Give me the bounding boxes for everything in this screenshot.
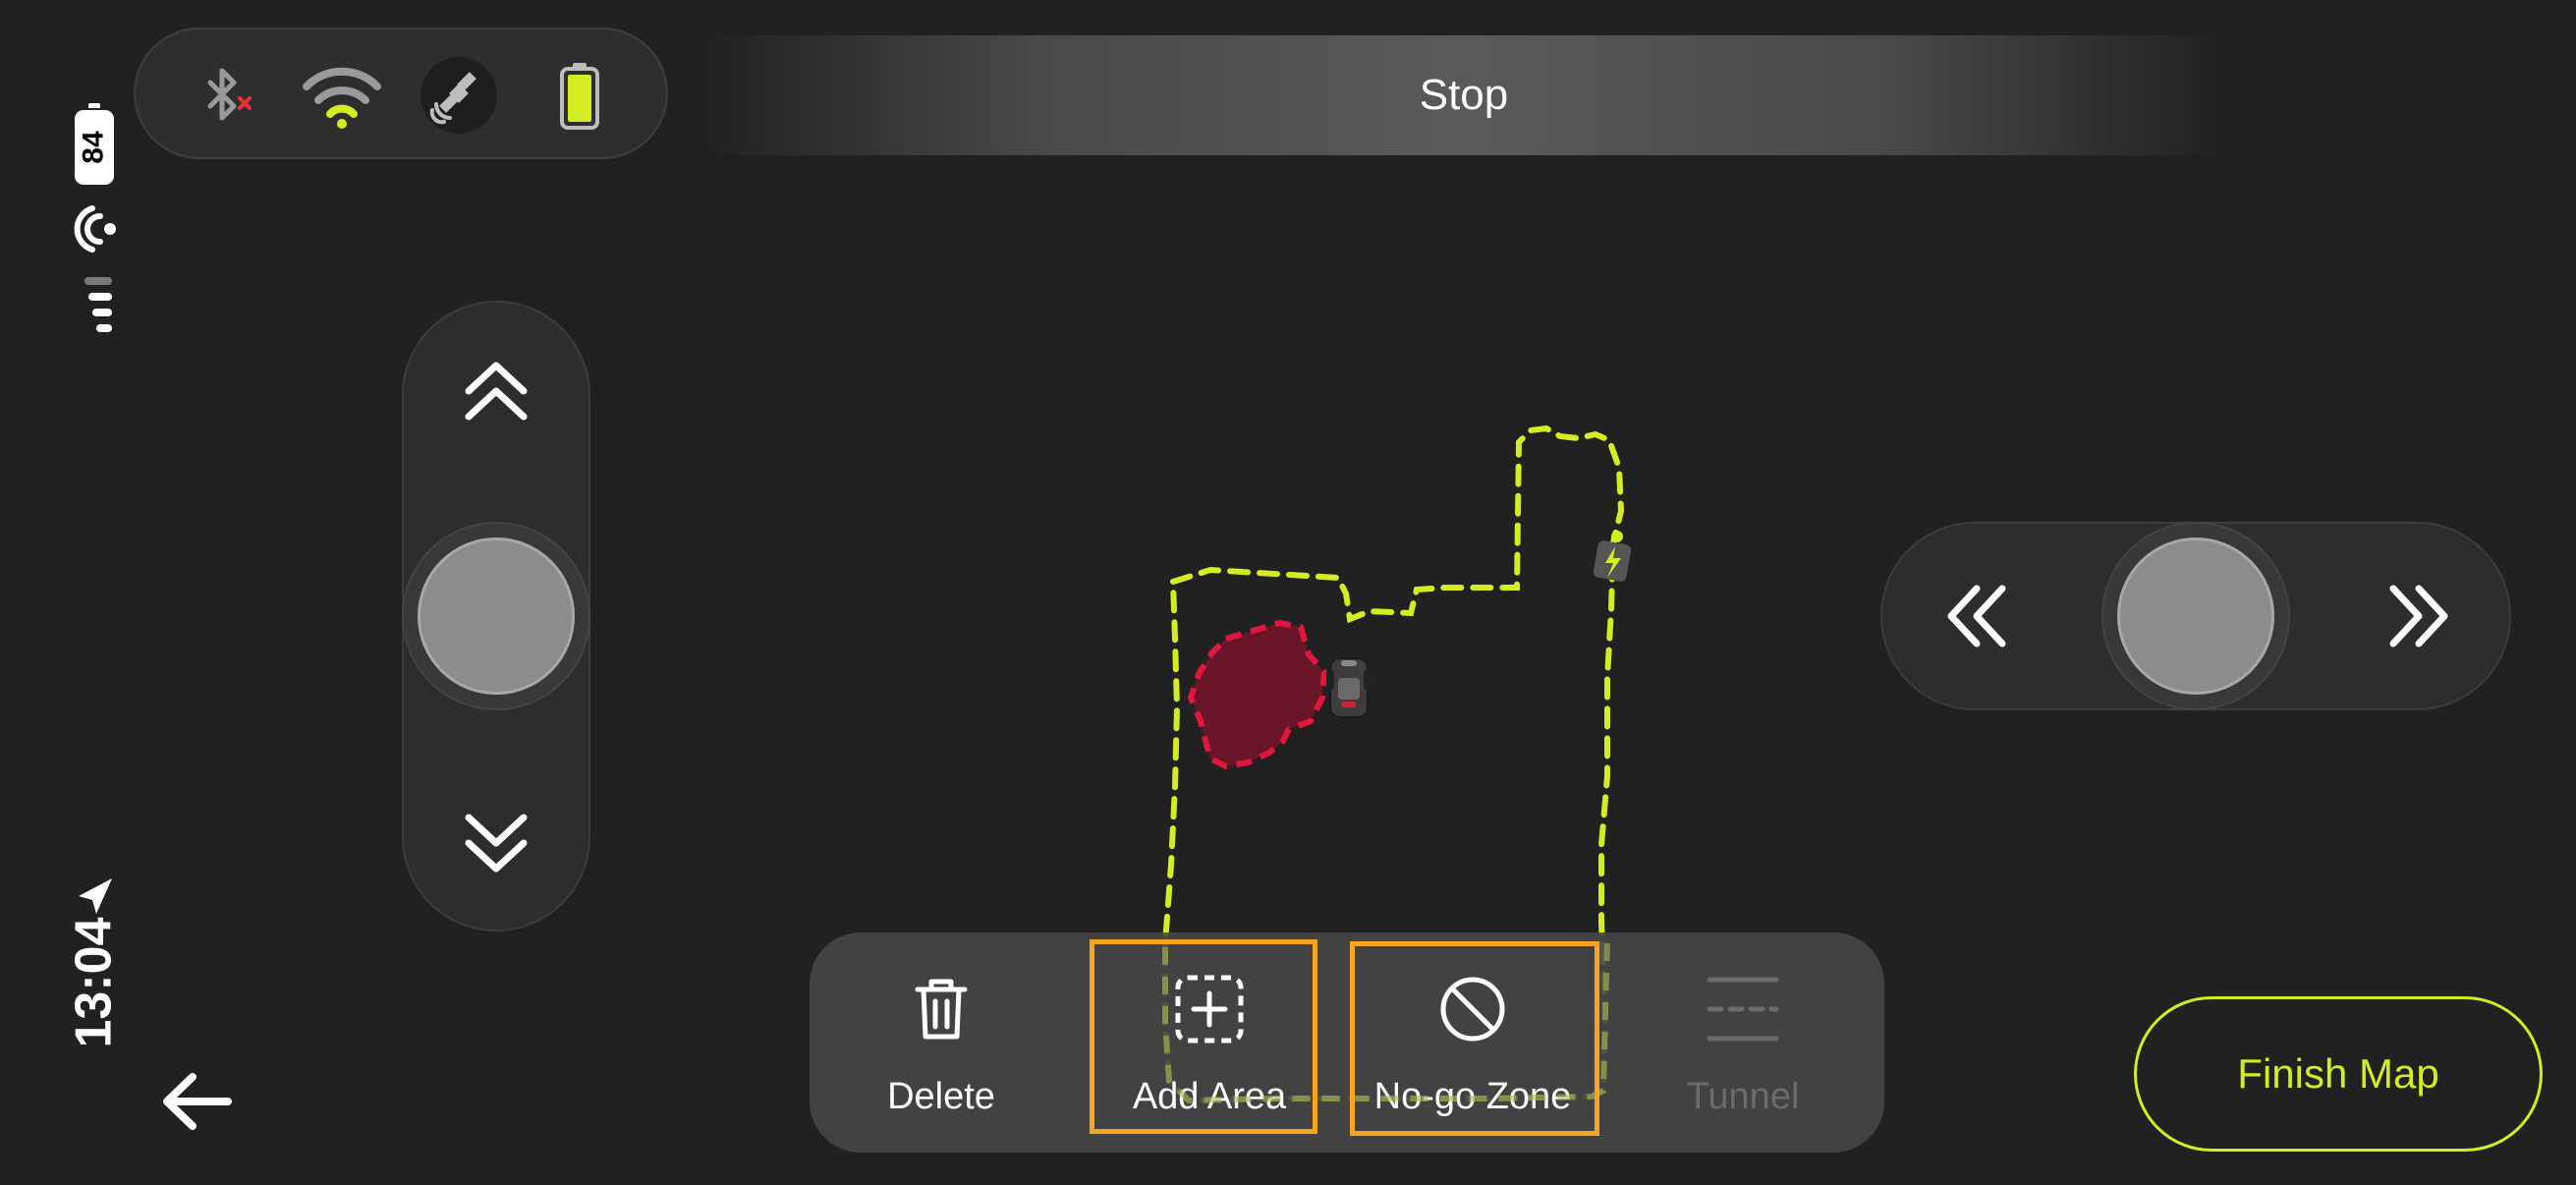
add-area-button[interactable]: Add Area (1092, 932, 1327, 1153)
tunnel-label: Tunnel (1686, 1076, 1800, 1117)
delete-label: Delete (887, 1076, 995, 1117)
double-chevron-down-icon[interactable] (457, 804, 535, 882)
no-go-zone-button[interactable]: No-go Zone (1355, 932, 1591, 1153)
system-time: 13:04 (65, 917, 122, 1048)
mower-icon (1326, 657, 1372, 718)
phone-signal-icon (84, 277, 112, 332)
status-banner: Stop (707, 35, 2220, 155)
add-area-label: Add Area (1132, 1076, 1287, 1117)
wifi-icon (303, 67, 381, 129)
finish-map-button[interactable]: Finish Map (2134, 996, 2543, 1152)
trash-icon (915, 979, 968, 1040)
finish-map-label: Finish Map (2237, 1050, 2439, 1097)
double-chevron-up-icon[interactable] (457, 352, 535, 430)
bluetooth-disconnected-icon (207, 68, 252, 121)
double-chevron-right-icon[interactable] (2380, 577, 2458, 655)
delete-button[interactable]: Delete (823, 932, 1059, 1153)
left-right-joystick[interactable] (1880, 522, 2511, 710)
add-area-icon (1175, 975, 1244, 1044)
mapping-screen: 84 13:04 Stop Delete Add Area No-go Zone… (0, 0, 2576, 1185)
no-go-zone-label: No-go Zone (1373, 1076, 1572, 1117)
vertical-joystick-ring (402, 522, 590, 710)
horizontal-joystick-knob[interactable] (2117, 537, 2274, 695)
device-status-pill (134, 28, 668, 159)
system-status-rail: 84 13:04 (59, 0, 128, 1185)
phone-battery-level: 84 (78, 131, 110, 164)
tunnel-icon (1707, 977, 1779, 1042)
double-chevron-left-icon[interactable] (1937, 577, 2016, 655)
horizontal-joystick-ring (2101, 522, 2290, 710)
battery-icon (560, 63, 599, 130)
prohibited-icon (1440, 977, 1505, 1042)
charging-station-icon (1593, 531, 1632, 582)
forward-backward-joystick[interactable] (402, 301, 590, 931)
tunnel-button[interactable]: Tunnel (1625, 932, 1861, 1153)
back-arrow-icon[interactable] (161, 1071, 232, 1132)
no-go-zone-shape (1188, 620, 1327, 769)
phone-wifi-icon (74, 205, 116, 253)
phone-battery-icon: 84 (75, 103, 114, 185)
banner-text: Stop (1419, 71, 1509, 119)
vertical-joystick-knob[interactable] (418, 537, 575, 695)
edit-toolbar: Delete Add Area No-go Zone Tunnel (810, 932, 1884, 1153)
satellite-icon (429, 72, 476, 125)
